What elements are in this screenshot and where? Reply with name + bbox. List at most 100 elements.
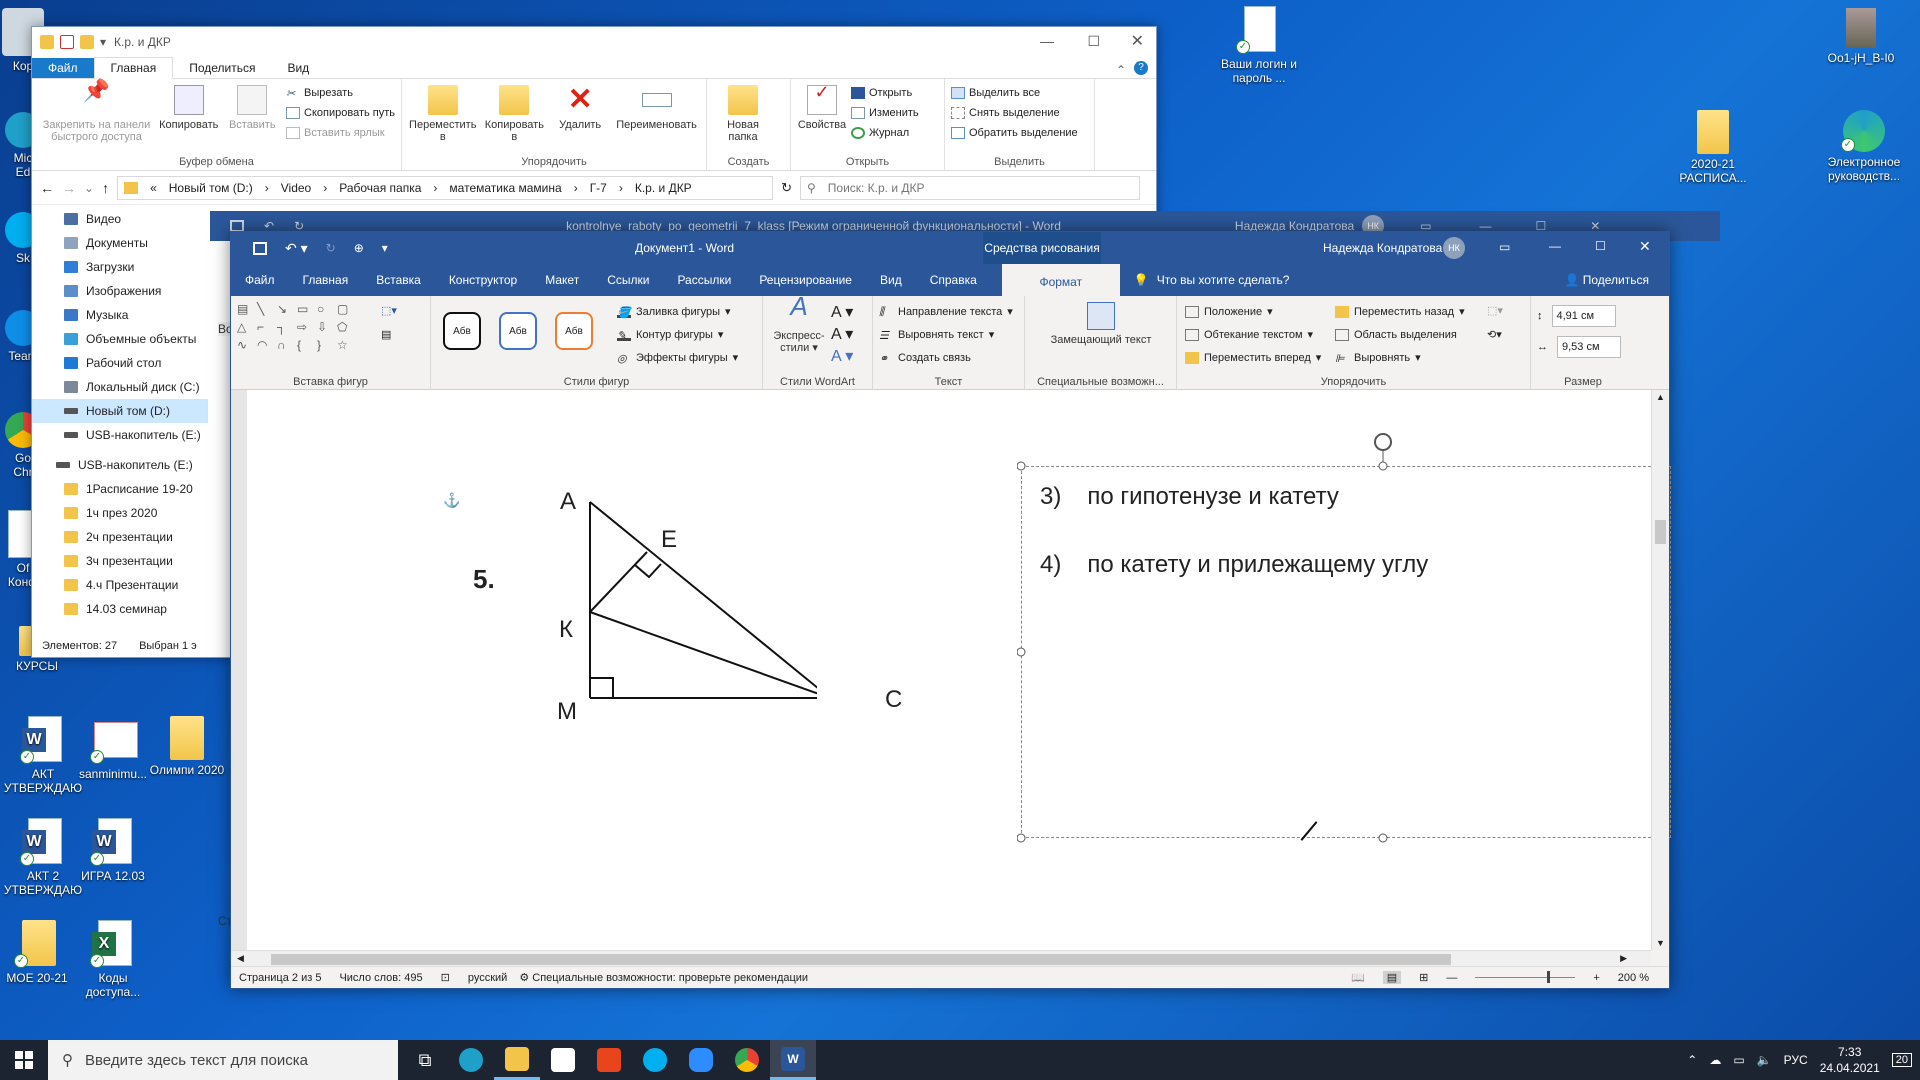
resize-handle[interactable] (1378, 461, 1388, 471)
shape-outline-button[interactable]: ✎ Контур фигуры ▾ (617, 323, 738, 346)
cut-button[interactable]: ✂ Вырезать (286, 83, 395, 103)
zoom-slider[interactable] (1475, 971, 1576, 983)
tab-view[interactable]: Вид (866, 264, 916, 296)
taskbar-app-store[interactable] (540, 1040, 586, 1080)
start-button[interactable] (0, 1040, 48, 1080)
history-button[interactable]: Журнал (851, 123, 919, 143)
move-to-button[interactable]: Переместить в (408, 83, 478, 166)
language[interactable]: русский (468, 972, 507, 984)
taskbar-app-word[interactable]: W (770, 1040, 816, 1080)
back-arrow-icon[interactable]: ← (40, 180, 54, 196)
nav-item[interactable]: Документы (32, 231, 208, 255)
resize-handle[interactable] (1017, 461, 1026, 471)
oval-icon[interactable]: ○ (317, 302, 335, 316)
scroll-down-icon[interactable]: ▼ (1656, 938, 1665, 948)
word-count[interactable]: Число слов: 495 (339, 972, 422, 984)
clock[interactable]: 7:33 24.04.2021 (1820, 1044, 1880, 1076)
tab-layout[interactable]: Макет (531, 264, 593, 296)
paste-button[interactable]: Вставить (223, 83, 283, 166)
bring-forward-button[interactable]: Переместить вперед ▾ (1185, 346, 1321, 369)
scroll-right-icon[interactable]: ▶ (1620, 953, 1627, 964)
zoom-level[interactable]: 200 % (1618, 972, 1649, 984)
nav-item[interactable]: Объемные объекты (32, 327, 208, 351)
read-mode-icon[interactable]: 📖 (1351, 971, 1365, 984)
volume-icon[interactable]: 🔈 (1757, 1053, 1772, 1067)
height-input[interactable]: 4,91 см (1551, 304, 1616, 327)
refresh-icon[interactable]: ↻ (781, 180, 792, 196)
nav-item[interactable]: 14.03 семинар (32, 597, 208, 621)
star-icon[interactable]: ☆ (337, 338, 355, 352)
touch-mode-icon[interactable]: ⊕ (354, 241, 364, 255)
block-arrow-icon[interactable]: ⇨ (297, 320, 315, 334)
selection-pane-button[interactable]: Область выделения (1335, 323, 1465, 346)
nav-item[interactable]: 4.ч Презентации (32, 573, 208, 597)
rounded-rect-icon[interactable]: ▢ (337, 302, 355, 316)
copy-to-button[interactable]: Копировать в (482, 83, 548, 166)
close-button[interactable]: ✕ (1131, 31, 1144, 51)
desktop-icon[interactable]: Олимпи 2020 (146, 716, 228, 777)
vertical-scrollbar[interactable]: ▲ ▼ (1651, 390, 1669, 950)
arc-icon[interactable]: ◠ (257, 338, 275, 352)
tab-share[interactable]: Поделиться (173, 58, 271, 78)
desktop-icon[interactable]: ✓ Ваши логин и пароль ... (1214, 6, 1304, 85)
text-direction-button[interactable]: ⫼ Направление текста ▾ (879, 300, 1018, 323)
rectangle-icon[interactable]: ▭ (297, 302, 315, 316)
breadcrumb-item[interactable]: Рабочая папка (339, 181, 421, 195)
notifications-icon[interactable]: 20 (1891, 1053, 1912, 1067)
nav-item[interactable]: 3ч презентации (32, 549, 208, 573)
tab-home[interactable]: Главная (289, 264, 363, 296)
brace-icon[interactable]: } (317, 338, 335, 352)
taskbar-app-skype[interactable] (632, 1040, 678, 1080)
tab-design[interactable]: Конструктор (435, 264, 531, 296)
zoom-out-icon[interactable]: — (1446, 972, 1457, 984)
invert-selection-button[interactable]: Обратить выделение (951, 123, 1078, 143)
help-icon[interactable]: ? (1134, 61, 1148, 75)
tab-home[interactable]: Главная (93, 57, 174, 79)
wrap-text-button[interactable]: Обтекание текстом ▾ (1185, 323, 1321, 346)
breadcrumb-item[interactable]: К.р. и ДКР (635, 181, 692, 195)
chevron-up-icon[interactable]: ⌃ (1116, 63, 1126, 77)
rename-button[interactable]: Переименовать (613, 83, 700, 166)
network-icon[interactable]: ▭ (1733, 1053, 1744, 1067)
triangle-diagram[interactable] (577, 490, 817, 730)
breadcrumb-item[interactable]: Новый том (D:) (169, 181, 253, 195)
open-button[interactable]: Открыть (851, 83, 919, 103)
shape-style-preset[interactable]: Абв (443, 312, 481, 350)
print-layout-icon[interactable]: ▤ (1382, 971, 1402, 984)
alt-text-button[interactable]: Замещающий текст (1031, 302, 1171, 346)
zoom-in-icon[interactable]: + (1593, 972, 1599, 984)
redo-icon[interactable]: ↻ (326, 241, 336, 255)
down-arrow-icon[interactable]: ⇩ (317, 320, 335, 334)
nav-item[interactable]: USB-накопитель (E:) (32, 453, 208, 477)
share-button[interactable]: 👤 Поделиться (1564, 273, 1649, 287)
desktop-icon[interactable]: ✓ МОЕ 20-21 (0, 920, 78, 985)
web-layout-icon[interactable]: ⊞ (1419, 971, 1428, 984)
group-objects-icon[interactable]: ⬚▾ (1487, 304, 1503, 317)
shape-effects-button[interactable]: ◎ Эффекты фигуры ▾ (617, 346, 738, 369)
text-box-icon[interactable]: ▤ (237, 302, 255, 316)
tab-view[interactable]: Вид (271, 58, 325, 78)
desktop-icon[interactable]: Оо1-jH_B-I0 (1816, 8, 1906, 65)
breadcrumb-item[interactable]: Г-7 (590, 181, 607, 195)
undo-icon[interactable]: ↶ ▾ (285, 240, 308, 257)
close-button[interactable]: ✕ (1639, 238, 1651, 255)
rotate-icon[interactable]: ⟲▾ (1487, 328, 1502, 341)
input-language[interactable]: РУС (1784, 1053, 1808, 1067)
resize-handle[interactable] (1378, 833, 1388, 843)
nav-item[interactable]: Музыка (32, 303, 208, 327)
breadcrumb[interactable]: « Новый том (D:) › Video › Рабочая папка › … (117, 175, 774, 200)
draw-text-box-icon[interactable]: ▤ (381, 328, 391, 341)
desktop-icon[interactable]: ✓ Электронное руководств... (1816, 110, 1912, 183)
tab-format[interactable]: Формат (1001, 264, 1120, 296)
desktop-icon[interactable]: ✓ sanminimu... (72, 716, 154, 781)
tell-me-input[interactable]: Что вы хотите сделать? (1157, 273, 1290, 287)
taskbar-app-edge[interactable] (448, 1040, 494, 1080)
rotate-handle-icon[interactable] (1374, 433, 1392, 451)
connector-icon[interactable]: ⌐ (257, 320, 275, 334)
quick-styles-button[interactable]: A Экспресс-стили ▾ (769, 293, 829, 354)
align-text-button[interactable]: ☰ Выровнять текст ▾ (879, 323, 1018, 346)
create-link-button[interactable]: ⚭ Создать связь (879, 346, 1018, 369)
line-icon[interactable]: ╲ (257, 302, 275, 316)
elbow-icon[interactable]: ┐ (277, 320, 295, 334)
new-folder-button[interactable]: Новая папка (713, 83, 773, 166)
